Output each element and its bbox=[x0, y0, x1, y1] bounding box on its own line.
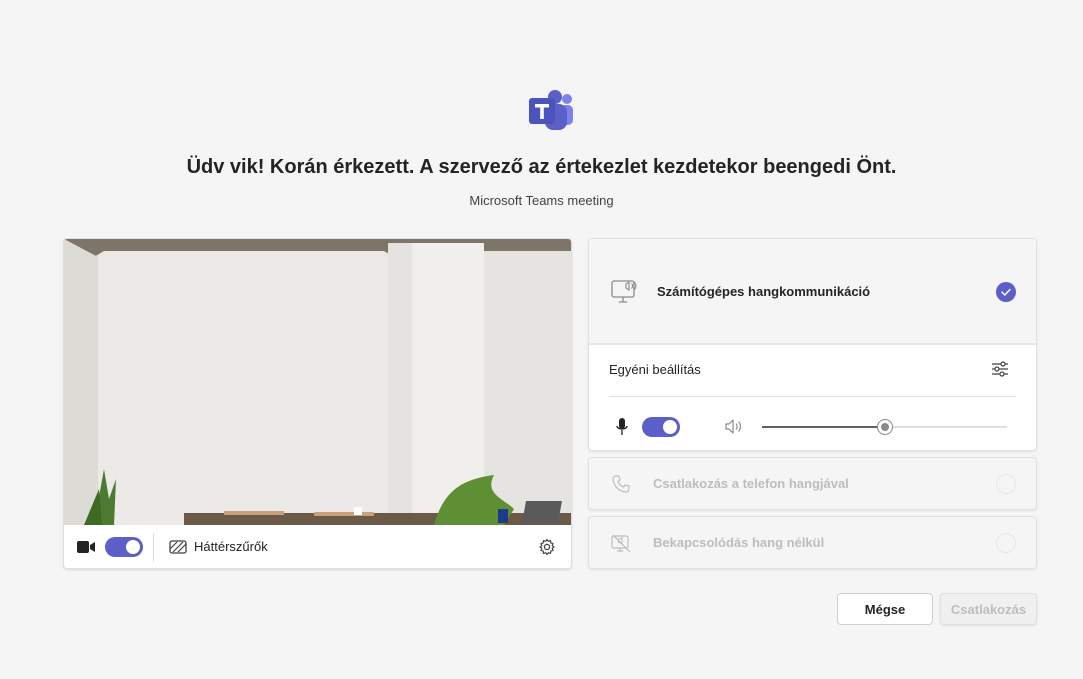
phone-audio-radio[interactable] bbox=[996, 474, 1016, 494]
video-preview-card: Háttérszűrők bbox=[63, 238, 572, 569]
phone-audio-label: Csatlakozás a telefon hangjával bbox=[653, 476, 849, 491]
computer-audio-label: Számítógépes hangkommunikáció bbox=[657, 284, 871, 299]
no-audio-label: Bekapcsolódás hang nélkül bbox=[653, 535, 825, 550]
microphone-icon bbox=[616, 418, 628, 435]
phone-icon bbox=[612, 475, 630, 493]
speaker-icon bbox=[725, 419, 741, 434]
background-filters-button[interactable]: Háttérszűrők bbox=[194, 539, 268, 554]
gear-icon[interactable] bbox=[538, 538, 556, 556]
computer-audio-card: Számítógépes hangkommunikáció Egyéni beá… bbox=[588, 238, 1037, 451]
camera-toggle[interactable] bbox=[105, 537, 143, 557]
checkmark-icon bbox=[1001, 288, 1011, 296]
camera-icon bbox=[77, 541, 95, 553]
page-title: Üdv vik! Korán érkezett. A szervező az é… bbox=[186, 156, 897, 178]
meeting-name: Microsoft Teams meeting bbox=[469, 193, 614, 208]
custom-setup-label: Egyéni beállítás bbox=[609, 362, 701, 377]
divider bbox=[609, 396, 1016, 397]
computer-speaker-icon bbox=[611, 280, 637, 303]
audio-settings-icon[interactable] bbox=[991, 360, 1009, 378]
toolbar-divider bbox=[153, 533, 154, 562]
no-audio-radio[interactable] bbox=[996, 533, 1016, 553]
phone-audio-option[interactable]: Csatlakozás a telefon hangjával bbox=[588, 457, 1037, 510]
background-filters-icon bbox=[169, 540, 187, 554]
volume-thumb[interactable] bbox=[877, 419, 893, 435]
teams-logo-icon bbox=[529, 90, 573, 130]
volume-fill bbox=[762, 426, 885, 428]
speaker-off-icon bbox=[611, 534, 631, 553]
cancel-button[interactable]: Mégse bbox=[837, 593, 933, 625]
video-toolbar: Háttérszűrők bbox=[64, 525, 571, 568]
camera-preview-image bbox=[64, 239, 571, 525]
microphone-toggle[interactable] bbox=[642, 417, 680, 437]
computer-audio-radio[interactable] bbox=[996, 282, 1016, 302]
no-audio-option[interactable]: Bekapcsolódás hang nélkül bbox=[588, 516, 1037, 569]
computer-audio-option[interactable]: Számítógépes hangkommunikáció bbox=[589, 239, 1036, 345]
speaker-volume-slider[interactable] bbox=[762, 419, 1007, 435]
join-button[interactable]: Csatlakozás bbox=[940, 593, 1037, 625]
